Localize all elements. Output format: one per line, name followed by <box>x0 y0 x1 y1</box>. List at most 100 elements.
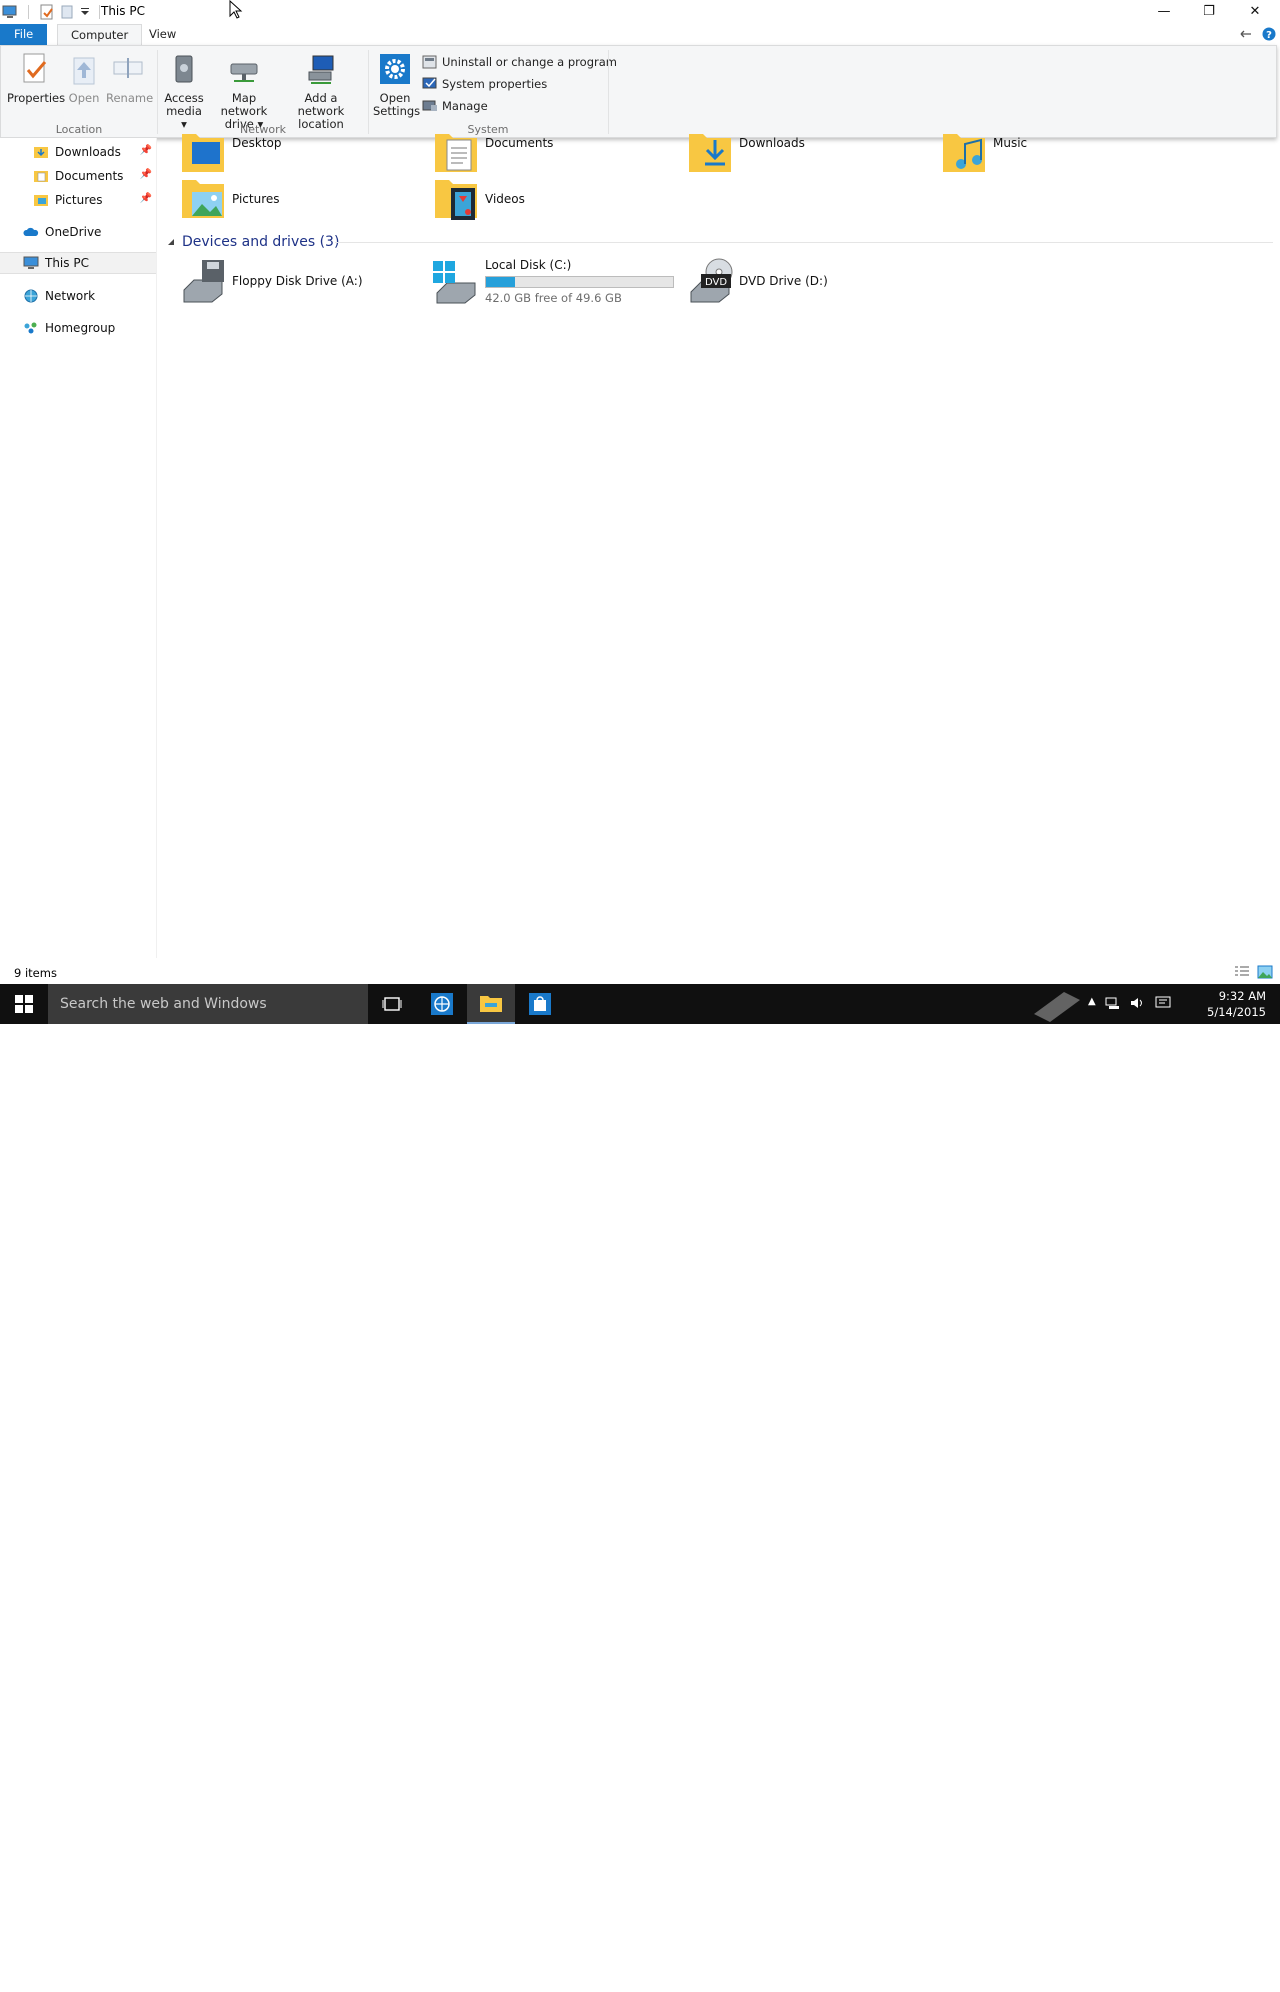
rename-button[interactable]: Rename <box>106 52 153 105</box>
open-button[interactable]: Open <box>67 52 101 105</box>
tab-view[interactable]: View <box>136 24 189 45</box>
restore-icon: ❐ <box>1203 3 1215 19</box>
drive-label: Floppy Disk Drive (A:) <box>232 274 363 288</box>
manage-label: Manage <box>442 99 488 113</box>
uninstall-label: Uninstall or change a program <box>442 55 617 69</box>
tab-computer[interactable]: Computer <box>57 24 143 45</box>
volume-icon[interactable] <box>1130 996 1146 1010</box>
taskbar-browser[interactable] <box>418 984 466 1024</box>
restore-button[interactable]: ❐ <box>1186 0 1232 22</box>
properties-button[interactable]: Properties <box>7 52 66 105</box>
access-media-icon <box>175 55 193 83</box>
taskbar-clock[interactable]: 9:32 AM 5/14/2015 <box>1207 988 1266 1020</box>
start-button[interactable] <box>0 984 48 1024</box>
system-properties-label: System properties <box>442 77 548 91</box>
taskbar-search[interactable]: Search the web and Windows <box>48 984 368 1024</box>
folder-desktop[interactable]: Desktop <box>180 130 282 176</box>
nav-item-network[interactable]: Network <box>0 285 156 307</box>
action-center-icon[interactable] <box>1155 996 1171 1010</box>
onedrive-cloud-icon <box>23 227 39 236</box>
open-settings-button[interactable]: Open Settings <box>373 52 421 118</box>
drive-local-disk[interactable]: Local Disk (C:) 42.0 GB free of 49.6 GB <box>433 258 674 305</box>
system-properties-button[interactable]: System properties <box>422 77 547 91</box>
manage-button[interactable]: Manage <box>422 99 488 113</box>
folder-videos[interactable]: Videos <box>433 176 525 222</box>
network-tray-icon[interactable] <box>1105 996 1121 1010</box>
customize-quick-access-icon[interactable] <box>79 4 91 20</box>
drive-free-space: 42.0 GB free of 49.6 GB <box>485 291 622 305</box>
nav-item-pictures[interactable]: Pictures 📌 <box>0 189 156 211</box>
this-pc-icon <box>2 5 17 18</box>
nav-label: This PC <box>45 256 89 270</box>
help-icon[interactable]: ? <box>1262 27 1276 41</box>
drive-label: DVD Drive (D:) <box>739 274 828 288</box>
nav-item-this-pc[interactable]: This PC <box>0 252 156 274</box>
access-media-label-2: media ▾ <box>166 104 202 131</box>
minimize-icon: — <box>1157 3 1171 19</box>
folder-label: Pictures <box>232 192 280 206</box>
folder-documents[interactable]: Documents <box>433 130 553 176</box>
drive-dvd[interactable]: DVD DVD Drive (D:) <box>687 258 828 304</box>
uninstall-program-button[interactable]: Uninstall or change a program <box>422 55 617 69</box>
nav-item-onedrive[interactable]: OneDrive <box>0 221 156 243</box>
taskbar-file-explorer[interactable] <box>467 984 515 1024</box>
documents-folder-icon <box>34 171 48 182</box>
folder-label: Documents <box>485 136 554 150</box>
store-icon <box>529 993 551 1015</box>
large-icons-view-icon[interactable] <box>1257 965 1273 979</box>
taskbar-store[interactable] <box>516 984 564 1024</box>
pin-icon[interactable]: 📌 <box>140 169 152 180</box>
nav-item-documents[interactable]: Documents 📌 <box>0 165 156 187</box>
collapse-arrow-icon[interactable] <box>167 238 175 246</box>
devices-section-header[interactable]: Devices and drives (3) <box>167 234 339 250</box>
system-properties-icon <box>422 77 437 89</box>
drive-floppy[interactable]: Floppy Disk Drive (A:) <box>180 258 363 304</box>
tray-expand-icon[interactable]: ▲ <box>1088 996 1096 1010</box>
folder-label: Downloads <box>739 136 805 150</box>
open-settings-label-2: Settings <box>373 104 421 118</box>
status-bar: 9 items <box>0 962 1280 984</box>
minimize-button[interactable]: — <box>1141 0 1187 22</box>
devices-header-label: Devices and drives (3) <box>182 234 340 250</box>
nav-item-downloads[interactable]: Downloads 📌 <box>0 141 156 163</box>
music-folder-icon <box>943 134 985 172</box>
book-watermark-icon <box>1034 992 1080 1022</box>
task-view-button[interactable] <box>368 984 416 1024</box>
add-network-location-icon <box>308 55 334 84</box>
quick-access-toolbar <box>2 4 104 20</box>
pictures-folder-icon <box>182 180 224 218</box>
folder-downloads[interactable]: Downloads <box>687 130 805 176</box>
clock-date: 5/14/2015 <box>1207 1005 1266 1019</box>
access-media-button[interactable]: Access media ▾ <box>163 52 205 131</box>
documents-folder-icon <box>435 134 477 172</box>
mouse-cursor-icon <box>229 0 243 19</box>
system-tray: ▲ <box>1088 996 1171 1010</box>
close-button[interactable]: ✕ <box>1232 0 1278 22</box>
add-network-location-button[interactable]: Add a network location <box>282 52 360 131</box>
ribbon: Properties Open Rename Location Access m… <box>0 45 1277 138</box>
map-network-drive-button[interactable]: Map network drive ▾ <box>208 52 280 131</box>
windows-logo-icon <box>15 995 33 1013</box>
folder-pictures[interactable]: Pictures <box>180 176 280 222</box>
task-view-icon <box>382 997 402 1011</box>
nav-item-homegroup[interactable]: Homegroup <box>0 317 156 339</box>
properties-label: Properties <box>7 91 66 105</box>
map-network-drive-label-1: Map network <box>220 91 268 118</box>
nav-label: Downloads <box>55 145 121 159</box>
title-bar: This PC — ❐ ✕ <box>0 0 1280 24</box>
details-view-icon[interactable] <box>1234 965 1250 979</box>
properties-quick-icon[interactable] <box>39 4 55 20</box>
pin-icon[interactable]: 📌 <box>140 145 152 156</box>
svg-text:?: ? <box>1266 30 1272 41</box>
open-icon <box>73 57 95 85</box>
nav-label: Documents <box>55 169 124 183</box>
tab-file[interactable]: File <box>0 24 48 45</box>
folder-music[interactable]: Music <box>941 130 1027 176</box>
taskbar: Search the web and Windows The Collectio… <box>0 984 1280 1992</box>
nav-label: Pictures <box>55 193 103 207</box>
minimize-ribbon-icon[interactable] <box>1239 29 1253 39</box>
network-icon <box>24 289 38 303</box>
pin-icon[interactable]: 📌 <box>140 193 152 204</box>
ribbon-tabs: File Computer View ? <box>0 24 1280 45</box>
new-folder-quick-icon[interactable] <box>59 4 75 20</box>
